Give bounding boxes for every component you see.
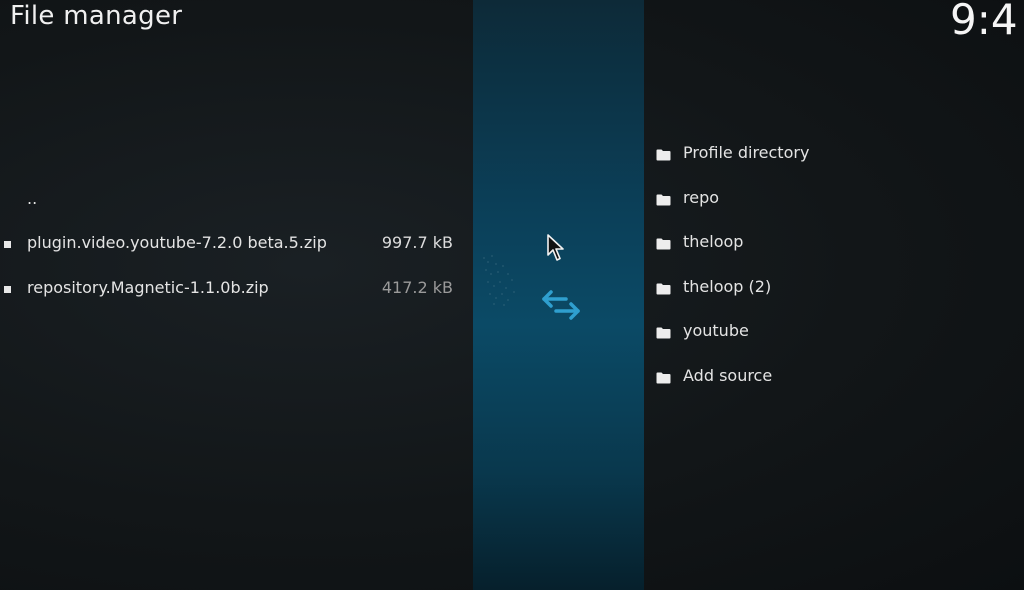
folder-icon [656,238,671,250]
folder-icon [656,149,671,161]
source-label: Add source [683,366,773,385]
source-item-repo[interactable]: repo [644,178,1024,222]
source-label: theloop (2) [683,277,772,296]
add-source-item[interactable]: Add source [644,356,1024,400]
file-bullet-icon [4,241,11,248]
dotted-texture-decoration [483,255,515,306]
source-item-theloop-2[interactable]: theloop (2) [644,267,1024,311]
swap-arrows-icon[interactable] [540,287,582,323]
mouse-pointer-icon [547,234,564,261]
file-item-magnetic-zip[interactable]: repository.Magnetic-1.1.0b.zip 417.2 kB [0,267,473,311]
source-label: Profile directory [683,143,810,162]
folder-icon [656,194,671,206]
file-name: plugin.video.youtube-7.2.0 beta.5.zip [27,233,327,252]
parent-directory-label: .. [27,189,38,208]
file-bullet-icon [4,286,11,293]
source-item-profile-directory[interactable]: Profile directory [644,133,1024,177]
file-name: repository.Magnetic-1.1.0b.zip [27,278,269,297]
folder-icon [656,283,671,295]
file-manager-screen: File manager 9:4 .. plugin.video.youtube… [0,0,1024,590]
parent-directory-item[interactable]: .. [0,178,473,222]
source-item-youtube[interactable]: youtube [644,311,1024,355]
right-sources-pane: Profile directory repo theloop theloop (… [644,0,1024,590]
file-item-youtube-zip[interactable]: plugin.video.youtube-7.2.0 beta.5.zip 99… [0,222,473,266]
source-label: repo [683,188,720,207]
file-size: 417.2 kB [381,278,453,297]
folder-icon [656,372,671,384]
left-file-pane: .. plugin.video.youtube-7.2.0 beta.5.zip… [0,0,473,590]
source-label: theloop [683,232,744,251]
folder-icon [656,327,671,339]
source-item-theloop[interactable]: theloop [644,222,1024,266]
file-size: 997.7 kB [381,233,453,252]
source-label: youtube [683,321,749,340]
